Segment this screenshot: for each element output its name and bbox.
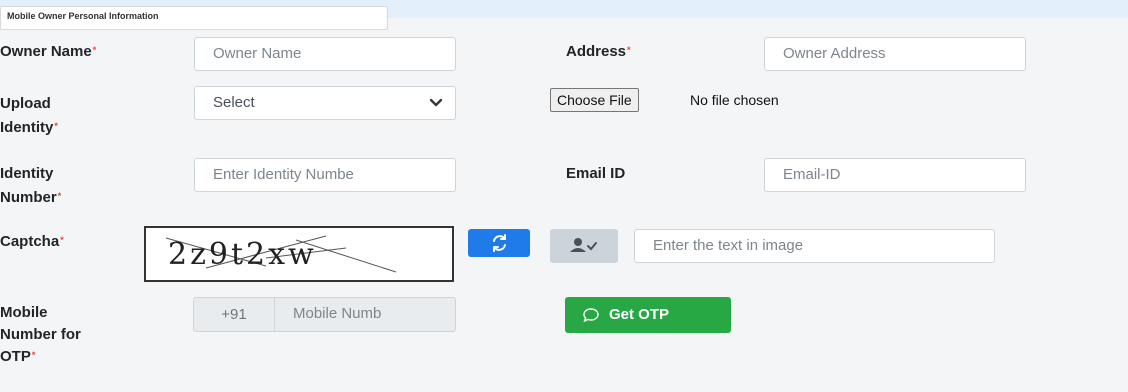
get-otp-button[interactable]: Get OTP	[565, 297, 731, 333]
identity-type-select[interactable]: Select	[194, 86, 456, 120]
mobile-label-line1: Mobile	[0, 304, 48, 321]
required-marker: *	[54, 121, 58, 131]
mobile-label-line3: OTP	[0, 348, 31, 365]
mobile-number-input[interactable]: Mobile Numb	[274, 297, 456, 332]
upload-identity-label-line2: Identity	[0, 119, 54, 136]
refresh-icon	[493, 234, 506, 252]
choose-file-button[interactable]: Choose File	[550, 88, 639, 112]
mobile-label: Mobile Number for OTP*	[0, 302, 81, 368]
captcha-label: Captcha*	[0, 230, 64, 254]
refresh-captcha-button[interactable]	[468, 229, 530, 257]
user-check-icon	[570, 238, 597, 252]
address-label-text: Address	[566, 43, 627, 60]
required-marker: *	[627, 45, 631, 55]
email-input[interactable]: Email-ID	[764, 158, 1026, 192]
file-status: No file chosen	[690, 92, 779, 108]
upload-identity-label-line1: Upload	[0, 95, 51, 112]
owner-name-label-text: Owner Name	[0, 43, 92, 60]
section-title: Mobile Owner Personal Information	[0, 6, 388, 30]
address-input[interactable]: Owner Address	[764, 37, 1026, 71]
required-marker: *	[57, 191, 62, 201]
identity-type-selected: Select	[213, 94, 255, 111]
owner-name-label: Owner Name*	[0, 40, 96, 64]
address-label: Address*	[566, 40, 631, 64]
audio-captcha-button[interactable]	[550, 229, 618, 263]
email-label: Email ID	[566, 165, 626, 182]
identity-number-label-line1: Identity	[0, 165, 54, 182]
captcha-label-text: Captcha	[0, 233, 60, 250]
mobile-label-line2: Number for	[0, 326, 81, 343]
identity-number-label: Identity Number*	[0, 162, 61, 210]
upload-identity-label: Upload Identity*	[0, 92, 58, 140]
owner-name-input[interactable]: Owner Name	[194, 37, 456, 71]
captcha-input[interactable]: Enter the text in image	[634, 229, 995, 263]
chat-icon	[583, 308, 599, 322]
country-code: +91	[193, 297, 275, 332]
required-marker: *	[92, 45, 97, 55]
captcha-image: 2z9t2xw	[144, 226, 454, 282]
chevron-down-icon	[429, 98, 443, 107]
identity-number-input[interactable]: Enter Identity Numbe	[194, 158, 456, 192]
required-marker: *	[31, 350, 36, 360]
identity-number-label-line2: Number	[0, 189, 57, 206]
captcha-text: 2z9t2xw	[168, 237, 317, 272]
captcha-noise: 2z9t2xw	[165, 235, 397, 273]
required-marker: *	[60, 235, 64, 245]
get-otp-label: Get OTP	[609, 306, 670, 323]
